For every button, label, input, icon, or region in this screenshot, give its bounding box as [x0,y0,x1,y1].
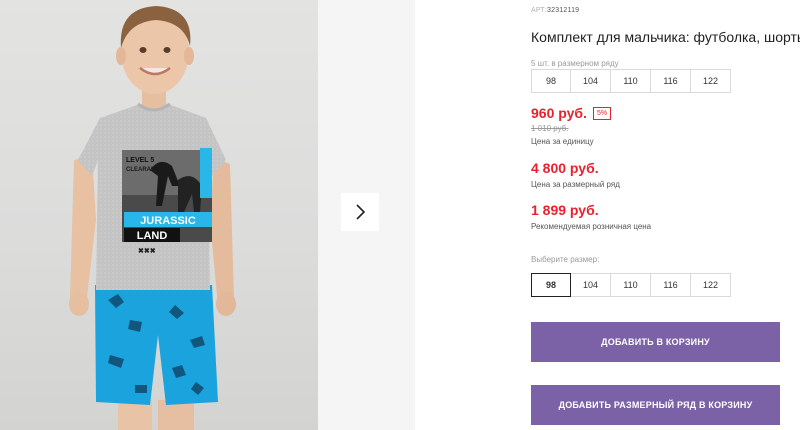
choose-size-label: Выберите размер: [531,255,600,264]
article-number: АРТ:32312119 [531,7,579,14]
size-row-item: 116 [650,69,691,93]
size-row-item: 110 [610,69,651,93]
unit-price-caption: Цена за единицу [531,137,594,146]
discount-badge: 5% [592,107,612,120]
size-row-note: 5 шт. в размерном ряду [531,59,619,68]
article-label: АРТ: [531,7,548,14]
unit-price: 960 руб. [531,105,587,121]
old-price: 1 010 руб. [531,124,569,133]
row-price: 4 800 руб. [531,160,599,176]
product-gallery: JURASSIC LAND ✖✖✖ LEVEL 5 CLEARANCE [0,0,415,430]
size-row-item: 122 [690,69,731,93]
size-selector: 98 104 110 116 122 [531,273,731,297]
product-title: Комплект для мальчика: футболка, шорты [531,29,800,45]
size-option-116[interactable]: 116 [650,273,691,297]
gallery-next-button[interactable] [341,193,379,231]
article-value: 32312119 [547,7,580,14]
retail-price-caption: Рекомендуемая розничная цена [531,222,652,231]
size-option-122[interactable]: 122 [690,273,731,297]
svg-text:LEVEL 5: LEVEL 5 [126,157,154,164]
product-page: JURASSIC LAND ✖✖✖ LEVEL 5 CLEARANCE АРТ:… [0,0,800,430]
product-photo: JURASSIC LAND ✖✖✖ LEVEL 5 CLEARANCE [0,0,318,430]
product-info: АРТ:32312119 Комплект для мальчика: футб… [531,0,800,430]
chevron-right-icon [356,204,366,220]
size-row-item: 98 [531,69,571,93]
size-row-item: 104 [570,69,611,93]
svg-text:LAND: LAND [137,230,168,242]
svg-text:CLEARANCE: CLEARANCE [126,167,164,173]
size-option-104[interactable]: 104 [570,273,611,297]
size-option-98[interactable]: 98 [531,273,571,297]
size-row-list: 98 104 110 116 122 [531,69,731,93]
size-option-110[interactable]: 110 [610,273,651,297]
svg-text:JURASSIC: JURASSIC [140,215,196,227]
row-price-caption: Цена за размерный ряд [531,180,620,189]
retail-price-block: 1 899 руб. Рекомендуемая розничная цена [531,202,651,231]
add-size-row-to-cart-button[interactable]: ДОБАВИТЬ РАЗМЕРНЫЙ РЯД В КОРЗИНУ [531,385,780,425]
unit-price-block: 960 руб. 5% 1 010 руб. Цена за единицу [531,105,612,146]
row-price-block: 4 800 руб. Цена за размерный ряд [531,160,620,189]
svg-text:✖✖✖: ✖✖✖ [138,247,156,255]
retail-price: 1 899 руб. [531,202,599,218]
add-to-cart-button[interactable]: ДОБАВИТЬ В КОРЗИНУ [531,322,780,362]
